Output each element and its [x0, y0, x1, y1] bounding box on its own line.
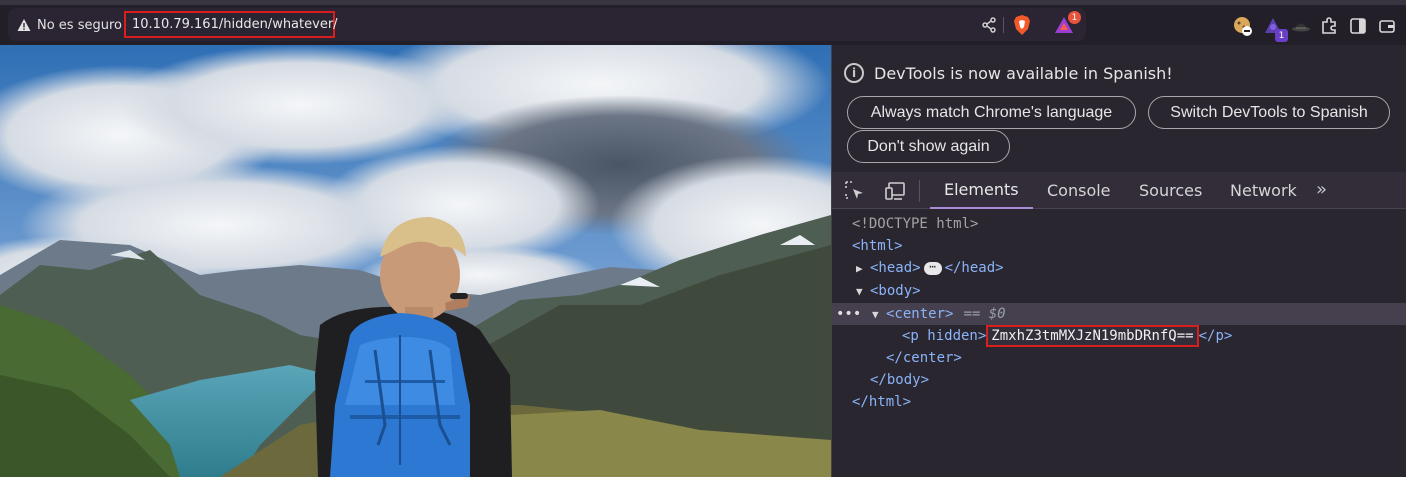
url-text[interactable]: 10.10.79.161/hidden/whatever/ [124, 11, 338, 38]
share-icon[interactable] [978, 14, 1000, 36]
security-indicator[interactable]: No es seguro [17, 16, 122, 34]
info-icon: i [844, 63, 864, 83]
sidebar-toggle-icon[interactable] [1347, 15, 1369, 37]
tab-elements[interactable]: Elements [930, 172, 1033, 209]
dom-center-node[interactable]: ▼ <center> == $0 [872, 303, 1006, 325]
tab-network[interactable]: Network [1230, 172, 1297, 209]
infobar-message-row: i DevTools is now available in Spanish! [844, 63, 1173, 83]
collapsed-ellipsis-icon[interactable]: ⋯ [923, 261, 942, 275]
brave-shields-icon[interactable] [1011, 14, 1033, 36]
always-match-language-button[interactable]: Always match Chrome's language [847, 96, 1136, 129]
dom-head-node[interactable]: ▶ <head> ⋯ </head> [856, 257, 1004, 279]
collapse-triangle-icon[interactable]: ▼ [872, 308, 886, 321]
body-close-tag: </body> [870, 372, 930, 388]
spy-hat-icon[interactable] [1290, 15, 1312, 37]
extensions-puzzle-icon[interactable] [1318, 15, 1340, 37]
dom-doctype[interactable]: <!DOCTYPE html> [852, 213, 978, 235]
collapse-triangle-icon[interactable]: ▼ [856, 285, 870, 298]
dom-p-node[interactable]: <p hidden> ZmxhZ3tmMXJzN19mbDRnfQ== </p> [902, 325, 1232, 347]
p-open-tag: <p hidden> [902, 328, 987, 344]
wallet-icon[interactable] [1376, 15, 1398, 37]
device-toolbar-icon[interactable] [884, 180, 906, 202]
url-value: 10.10.79.161/hidden/whatever/ [132, 17, 338, 32]
page-viewport [0, 45, 831, 477]
tab-bar-divider [919, 180, 920, 202]
browser-toolbar: No es seguro 10.10.79.161/hidden/whateve… [0, 5, 1406, 45]
language-infobar: i DevTools is now available in Spanish! … [832, 45, 1406, 172]
security-label: No es seguro [37, 17, 122, 33]
expand-triangle-icon[interactable]: ▶ [856, 262, 870, 275]
head-open-tag: <head> [870, 260, 921, 276]
tab-console[interactable]: Console [1047, 172, 1111, 209]
devtools-tab-bar: Elements Console Sources Network » [832, 172, 1406, 209]
html-open-tag: <html> [852, 238, 903, 254]
devtools-panel: i DevTools is now available in Spanish! … [831, 45, 1406, 477]
dom-body-node[interactable]: ▼ <body> [856, 280, 921, 302]
landscape-photo [0, 45, 831, 477]
dom-body-close[interactable]: </body> [870, 369, 929, 391]
doctype-text: <!DOCTYPE html> [852, 216, 979, 232]
center-close-tag: </center> [886, 350, 962, 366]
cookie-extension-icon[interactable] [1232, 15, 1254, 37]
head-close-tag: </head> [944, 260, 1004, 276]
address-bar[interactable]: No es seguro 10.10.79.161/hidden/whateve… [8, 8, 1086, 41]
dont-show-again-button[interactable]: Don't show again [847, 130, 1010, 163]
dom-html-close[interactable]: </html> [852, 391, 911, 413]
wizard-extension-icon[interactable]: 1 [1262, 15, 1288, 42]
html-close-tag: </html> [852, 394, 912, 410]
rewards-badge: 1 [1068, 11, 1081, 24]
node-actions-icon[interactable]: ••• [836, 303, 861, 325]
dom-center-close[interactable]: </center> [886, 347, 962, 369]
selected-node-marker: == $0 [963, 306, 1006, 322]
inspect-element-icon[interactable] [844, 180, 866, 202]
p-close-tag: </p> [1198, 328, 1233, 344]
tab-sources[interactable]: Sources [1139, 172, 1202, 209]
brave-rewards-icon[interactable]: 1 [1053, 11, 1081, 36]
hidden-encoded-text: ZmxhZ3tmMXJzN19mbDRnfQ== [991, 328, 1194, 344]
warning-icon [17, 19, 31, 31]
hidden-text-highlight[interactable]: ZmxhZ3tmMXJzN19mbDRnfQ== [986, 325, 1199, 347]
elements-dom-tree: ••• <!DOCTYPE html> <html> ▶ <head> ⋯ </… [832, 209, 1406, 477]
dom-html-node[interactable]: <html> [852, 235, 903, 257]
extension-badge: 1 [1275, 29, 1288, 42]
more-tabs-icon[interactable]: » [1316, 179, 1327, 200]
center-open-tag: <center> [886, 306, 954, 322]
switch-to-spanish-button[interactable]: Switch DevTools to Spanish [1148, 96, 1390, 129]
body-open-tag: <body> [870, 283, 921, 299]
infobar-message: DevTools is now available in Spanish! [874, 63, 1173, 83]
omnibox-divider [1003, 17, 1004, 33]
